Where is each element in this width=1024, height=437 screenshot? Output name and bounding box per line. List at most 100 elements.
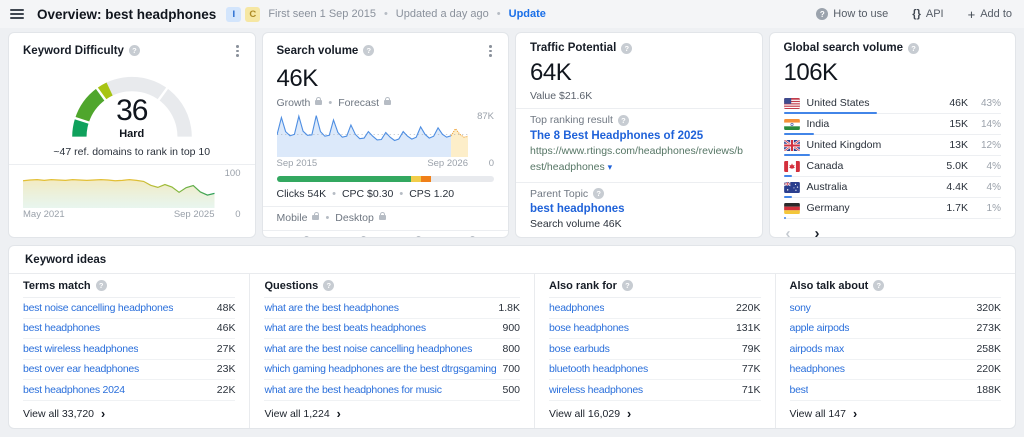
column-header: Questions ?: [264, 274, 521, 298]
api-button[interactable]: {} API: [912, 8, 943, 20]
also-rank-for-column: Also rank for ? headphones 220K bose head…: [534, 274, 774, 428]
info-icon[interactable]: ?: [128, 45, 140, 57]
intent-badge-informational[interactable]: I: [226, 6, 242, 22]
keyword-link[interactable]: airpods max: [790, 343, 844, 355]
y-axis-max-label: 87K: [477, 110, 494, 122]
lock-icon: [378, 211, 386, 221]
keyword-link[interactable]: best: [790, 384, 809, 396]
traffic-potential-card: Traffic Potential ? 64K Value $21.6K Top…: [515, 32, 763, 238]
lock-icon: [384, 96, 392, 106]
news-link[interactable]: News: [437, 235, 475, 237]
keyword-link[interactable]: what are the best headphones: [264, 302, 398, 314]
view-all-also-rank-for-link[interactable]: View all 16,029 ›: [549, 401, 760, 428]
question-icon: ?: [816, 8, 829, 20]
info-icon[interactable]: ?: [617, 114, 629, 126]
keyword-link[interactable]: best wireless headphones: [23, 343, 138, 355]
keyword-link[interactable]: which gaming headphones are the best dtr…: [264, 363, 496, 375]
search-volume-value: 46K: [276, 64, 319, 92]
keyword-link[interactable]: best headphones: [23, 322, 100, 334]
info-icon[interactable]: ?: [323, 280, 335, 291]
country-volume: 46K: [949, 97, 968, 109]
keyword-row: what are the best headphones for music 50…: [264, 380, 521, 401]
cpc-value: CPC $0.30: [341, 187, 394, 200]
search-volume-chart: 87K 0 Sep 2015 Sep 2026: [276, 110, 494, 169]
how-to-use-button[interactable]: ? How to use: [816, 8, 888, 20]
column-header: Also rank for ?: [549, 274, 761, 298]
top-result-title-link[interactable]: The 8 Best Headphones of 2025: [530, 130, 748, 142]
card-header: Traffic Potential ?: [530, 42, 748, 54]
intent-badge-commercial[interactable]: C: [245, 6, 261, 22]
kebab-menu-icon[interactable]: [487, 42, 494, 60]
video-link[interactable]: Video: [383, 235, 422, 237]
keyword-row: bose headphones 131K: [549, 319, 761, 339]
add-to-button[interactable]: + Add to: [968, 8, 1012, 21]
separator-dot: •: [383, 8, 388, 20]
keyword-link[interactable]: sony: [790, 302, 811, 314]
info-icon[interactable]: ?: [95, 280, 107, 291]
info-icon[interactable]: ?: [908, 42, 920, 54]
difficulty-score: 36: [116, 93, 148, 127]
keyword-link[interactable]: wireless headphones: [549, 384, 643, 396]
keyword-link[interactable]: bose earbuds: [549, 343, 610, 355]
chevron-right-icon: ›: [852, 407, 858, 421]
keyword-link[interactable]: bluetooth headphones: [549, 363, 648, 375]
separator-dot: •: [399, 187, 404, 200]
keyword-volume: 27K: [216, 342, 236, 355]
keyword-link[interactable]: headphones: [549, 302, 604, 314]
forecast-link[interactable]: Forecast: [338, 96, 392, 109]
info-icon[interactable]: ?: [621, 280, 633, 291]
keyword-row: what are the best headphones 1.8K: [264, 298, 521, 319]
keyword-link[interactable]: headphones: [790, 363, 845, 375]
keyword-volume: 500: [502, 383, 521, 396]
image-link[interactable]: Image: [326, 235, 367, 237]
terms-match-column: Terms match ? best noise cancelling head…: [9, 274, 249, 428]
keyword-volume: 77K: [741, 363, 761, 376]
column-header: Also talk about ?: [789, 274, 1001, 298]
traffic-potential-title: Traffic Potential: [530, 42, 617, 54]
info-icon[interactable]: ?: [363, 45, 375, 57]
x-axis-end-label: Sep 2025: [173, 208, 215, 220]
country-volume: 15K: [949, 118, 968, 130]
keyword-link[interactable]: what are the best beats headphones: [264, 322, 425, 334]
divider: [262, 205, 508, 207]
view-all-questions-link[interactable]: View all 1,224 ›: [264, 401, 520, 428]
country-volume: 5.0K: [946, 160, 968, 172]
keyword-row: headphones 220K: [549, 298, 761, 319]
chevron-left-icon[interactable]: ‹: [786, 226, 791, 237]
keyword-link[interactable]: best headphones 2024: [23, 384, 125, 396]
keyword-ideas-card: Keyword ideas Terms match ? best noise c…: [8, 245, 1016, 429]
global-search-volume-card: Global search volume ? 106K United State…: [768, 32, 1016, 238]
keyword-volume: 220K: [735, 301, 761, 314]
menu-icon[interactable]: [10, 8, 24, 20]
web-link[interactable]: Web: [277, 235, 310, 237]
keyword-volume: 79K: [741, 342, 761, 355]
keyword-link[interactable]: best over ear headphones: [23, 363, 139, 375]
countries-list: United States 46K 43% India 15K 14% Unit…: [783, 93, 1001, 219]
metrics-cards-row: Keyword Difficulty ? 36 Hard ~47 ref. do…: [8, 32, 1016, 238]
keyword-volume: 71K: [741, 383, 761, 396]
keyword-link[interactable]: what are the best noise cancelling headp…: [264, 343, 472, 355]
search-volume-title: Search volume: [276, 44, 359, 57]
keyword-link[interactable]: bose headphones: [549, 322, 629, 334]
chevron-right-icon[interactable]: ›: [815, 226, 820, 237]
top-result-url-toggle[interactable]: https://www.rtings.com/headphones/review…: [530, 144, 748, 176]
growth-link[interactable]: Growth: [277, 96, 323, 109]
keyword-volume: 273K: [976, 322, 1001, 335]
mobile-link[interactable]: Mobile: [277, 211, 320, 224]
view-all-also-talk-about-link[interactable]: View all 147 ›: [790, 401, 1001, 428]
country-row-germany: Germany 1.7K 1%: [783, 198, 1001, 219]
search-volume-card: Search volume ? 46K Growth • Forecast 87…: [261, 32, 509, 238]
update-link[interactable]: Update: [509, 8, 546, 20]
info-icon[interactable]: ?: [621, 42, 633, 54]
kebab-menu-icon[interactable]: [234, 42, 241, 60]
info-icon[interactable]: ?: [873, 280, 885, 291]
view-all-terms-match-link[interactable]: View all 33,720 ›: [23, 401, 235, 428]
desktop-link[interactable]: Desktop: [335, 211, 386, 224]
keyword-difficulty-card: Keyword Difficulty ? 36 Hard ~47 ref. do…: [8, 32, 256, 238]
keyword-link[interactable]: what are the best headphones for music: [264, 384, 441, 396]
country-volume: 4.4K: [946, 181, 968, 193]
keyword-link[interactable]: apple airpods: [790, 322, 850, 334]
info-icon[interactable]: ?: [593, 188, 605, 199]
keyword-link[interactable]: best noise cancelling headphones: [23, 302, 173, 314]
parent-topic-link[interactable]: best headphones: [530, 203, 748, 215]
